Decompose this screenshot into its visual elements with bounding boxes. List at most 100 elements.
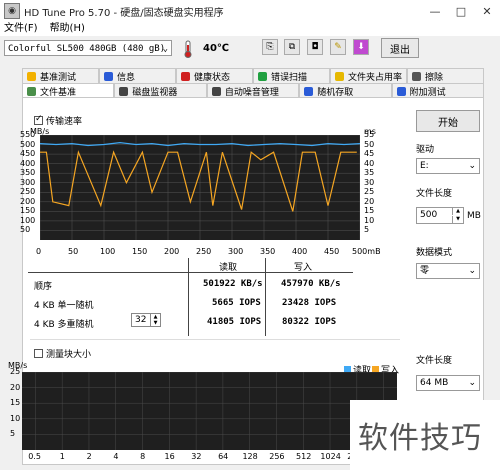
row-4k-single-write: 23428 IOPS (282, 298, 337, 308)
transfer-rate-checkbox[interactable]: 传输速率 (34, 114, 82, 127)
chevron-down-icon: ⌄ (468, 161, 476, 171)
y-tick-label: 50 (364, 139, 375, 149)
transfer-rate-label: 传输速率 (46, 117, 83, 127)
start-button[interactable]: 开始 (416, 110, 480, 132)
y-tick-label: 50 (20, 225, 31, 235)
y-tick-label: 10 (364, 215, 375, 225)
file-length-unit: MB (467, 211, 481, 221)
tab-error-scan[interactable]: 错误扫描 (253, 68, 330, 83)
drive-letter-value: E: (420, 161, 429, 171)
y-tick-label: 5 (10, 429, 16, 439)
y-tick-label: 25 (364, 187, 375, 197)
download-icon[interactable]: ⬇ (353, 39, 369, 55)
drive-letter-select[interactable]: E: ⌄ (416, 158, 480, 174)
x-tick-label: 256 (269, 452, 285, 461)
watermark: 软件技巧 (350, 400, 500, 470)
data-mode-select[interactable]: 零 ⌄ (416, 263, 480, 279)
close-button[interactable]: ✕ (474, 0, 500, 22)
row-4k-single-read: 5665 IOPS (212, 298, 261, 308)
y-tick-label: 55 (364, 130, 375, 139)
speaker-icon (211, 86, 221, 96)
tab-erase[interactable]: 擦除 (407, 68, 484, 83)
app-icon: ◉ (4, 3, 20, 19)
spin-down-icon[interactable]: ▼ (452, 216, 463, 223)
y-tick-label: 20 (364, 196, 375, 206)
chevron-down-icon: ⌄ (468, 266, 476, 276)
x-tick-label: 0.5 (28, 452, 41, 461)
x-tick-label: 8 (140, 452, 146, 461)
tab-label: 文件夹占用率 (348, 72, 403, 83)
y-tick-label: 35 (364, 168, 375, 178)
y-tick-label: 15 (10, 398, 21, 408)
x-tick-label: 100 (100, 247, 116, 256)
menu-file[interactable]: 文件(F) (4, 22, 38, 36)
tab-health[interactable]: 健康状态 (176, 68, 253, 83)
file-length-label: 文件长度 (416, 189, 453, 199)
x-tick-label: 350 (260, 247, 276, 256)
y-tick-label: 150 (20, 206, 36, 216)
y-tick-label: 5 (364, 225, 370, 235)
y-tick-label: 200 (20, 196, 36, 206)
menu-help[interactable]: 帮助(H) (50, 22, 85, 36)
tab-label: 擦除 (425, 72, 444, 83)
maximize-button[interactable]: □ (448, 0, 474, 22)
window-title: HD Tune Pro 5.70 - 硬盘/固态硬盘实用程序 (24, 7, 224, 19)
header-write: 写入 (294, 263, 313, 273)
x-tick-label: 4 (113, 452, 119, 461)
block-size-checkbox[interactable]: 测量块大小 (34, 347, 91, 360)
y-tick-label: 45 (364, 149, 375, 159)
tab-label: 信息 (117, 72, 136, 83)
x-tick-label: 0 (36, 247, 42, 256)
tab-label: 自动噪音管理 (224, 87, 279, 98)
file-length2-select[interactable]: 64 MB ⌄ (416, 375, 480, 391)
file-length-value: 500 (420, 210, 438, 220)
copy-icon[interactable]: ⎘ (262, 39, 278, 55)
file-length-stepper[interactable]: 500 ▲ ▼ (416, 207, 464, 224)
file-length2-label: 文件长度 (416, 356, 453, 366)
queue-depth-stepper[interactable]: 32 ▲ ▼ (131, 313, 161, 327)
random-access-icon (304, 86, 314, 96)
copy-all-icon[interactable]: ⧉ (284, 39, 300, 55)
tab-aam[interactable]: 自动噪音管理 (206, 83, 300, 98)
tab-file-benchmark[interactable]: 文件基准 (22, 83, 115, 98)
drive-select[interactable]: Colorful SL500 480GB (480 gB) ⌄ (4, 40, 172, 56)
exit-button[interactable]: 退出 (381, 38, 419, 58)
tab-extra-tests[interactable]: 附加测试 (391, 83, 485, 98)
watermark-text: 软件技巧 (358, 421, 482, 456)
y-tick-label: 250 (20, 187, 36, 197)
tab-label: 附加测试 (409, 87, 446, 98)
y-tick-label: 40 (364, 158, 375, 168)
spin-down-icon[interactable]: ▼ (150, 320, 160, 326)
y-tick-label: 30 (364, 177, 375, 187)
block-size-chart (22, 372, 397, 450)
y-tick-label: 25 (10, 367, 21, 376)
results-table: 读取 写入 顺序 501922 KB/s 457970 KB/s 4 KB 单一… (28, 258, 353, 338)
row-4k-multi-read: 41805 IOPS (207, 317, 262, 327)
tab-random-access[interactable]: 随机存取 (299, 83, 392, 98)
y-tick-label: 300 (20, 177, 36, 187)
x-tick-label: 1024 (320, 452, 341, 461)
tab-label: 磁盘监视器 (132, 87, 178, 98)
tab-benchmark[interactable]: 基准测试 (22, 68, 99, 83)
tab-disk-monitor[interactable]: 磁盘监视器 (114, 83, 207, 98)
row-4k-multi-write: 80322 IOPS (282, 317, 337, 327)
thermometer-icon (184, 40, 192, 58)
queue-depth-value: 32 (135, 315, 147, 325)
row-4k-single-label: 4 KB 单一随机 (34, 301, 94, 311)
y-tick-label: 550 (20, 130, 36, 139)
x-tick-label: 64 (218, 452, 229, 461)
tab-row-top: 基准测试 信息 健康状态 错误扫描 文件夹占用率 擦除 (22, 68, 484, 83)
options-icon[interactable]: ✎ (330, 39, 346, 55)
y-tick-label: 350 (20, 168, 36, 178)
block-size-label: 测量块大小 (46, 350, 92, 360)
camera-icon[interactable]: ◘ (307, 39, 323, 55)
tab-label: 基准测试 (40, 72, 77, 83)
tab-folder-usage[interactable]: 文件夹占用率 (330, 68, 407, 83)
tab-info[interactable]: 信息 (99, 68, 176, 83)
spin-up-icon[interactable]: ▲ (452, 208, 463, 215)
row-sequential-write: 457970 KB/s (281, 279, 341, 289)
scan-icon (258, 71, 267, 81)
checkbox-icon (34, 349, 43, 358)
drive-label: 驱动 (416, 145, 435, 155)
minimize-button[interactable]: — (422, 0, 448, 22)
